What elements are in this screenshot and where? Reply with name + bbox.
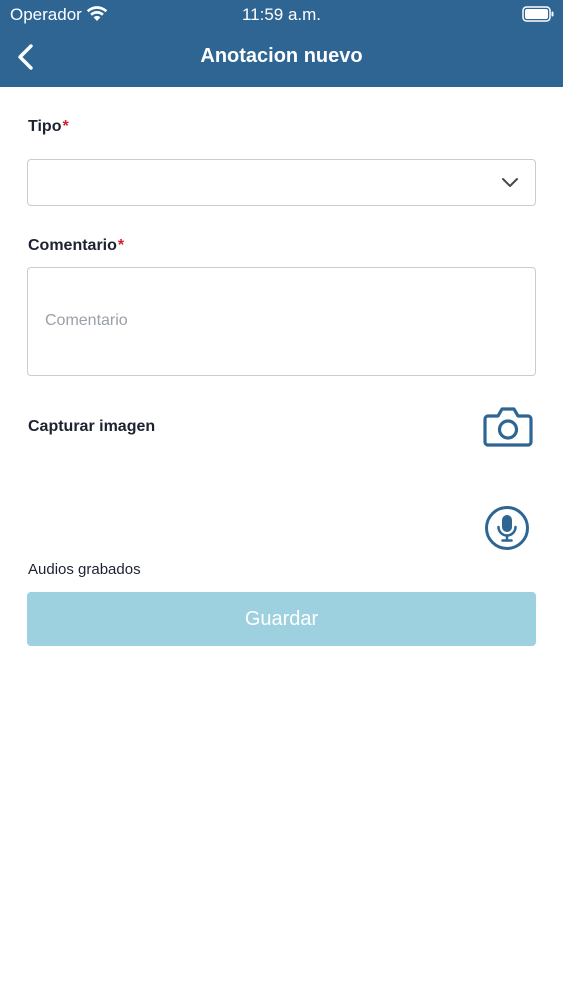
- battery-icon: [522, 6, 554, 22]
- tipo-select[interactable]: [27, 159, 536, 206]
- status-bar: Operador 11:59 a.m.: [0, 0, 563, 30]
- app-header: Operador 11:59 a.m. Anotacion nuevo: [0, 0, 563, 87]
- comentario-label: Comentario*: [28, 237, 125, 254]
- status-time: 11:59 a.m.: [241, 5, 322, 24]
- record-audio-button[interactable]: [484, 505, 530, 551]
- required-mark: *: [117, 237, 125, 254]
- capture-image-label: Capturar imagen: [28, 418, 156, 435]
- required-mark: *: [62, 118, 69, 135]
- comentario-textarea[interactable]: [27, 267, 536, 376]
- tipo-label: Tipo*: [28, 118, 69, 135]
- recorded-audios-label: Audios grabados: [28, 561, 141, 578]
- microphone-icon: [485, 506, 529, 550]
- capture-image-button[interactable]: [483, 405, 533, 447]
- page-title: Anotacion nuevo: [200, 45, 363, 67]
- chevron-down-icon: [502, 178, 518, 187]
- camera-icon: [483, 407, 533, 447]
- save-button[interactable]: Guardar: [27, 592, 536, 646]
